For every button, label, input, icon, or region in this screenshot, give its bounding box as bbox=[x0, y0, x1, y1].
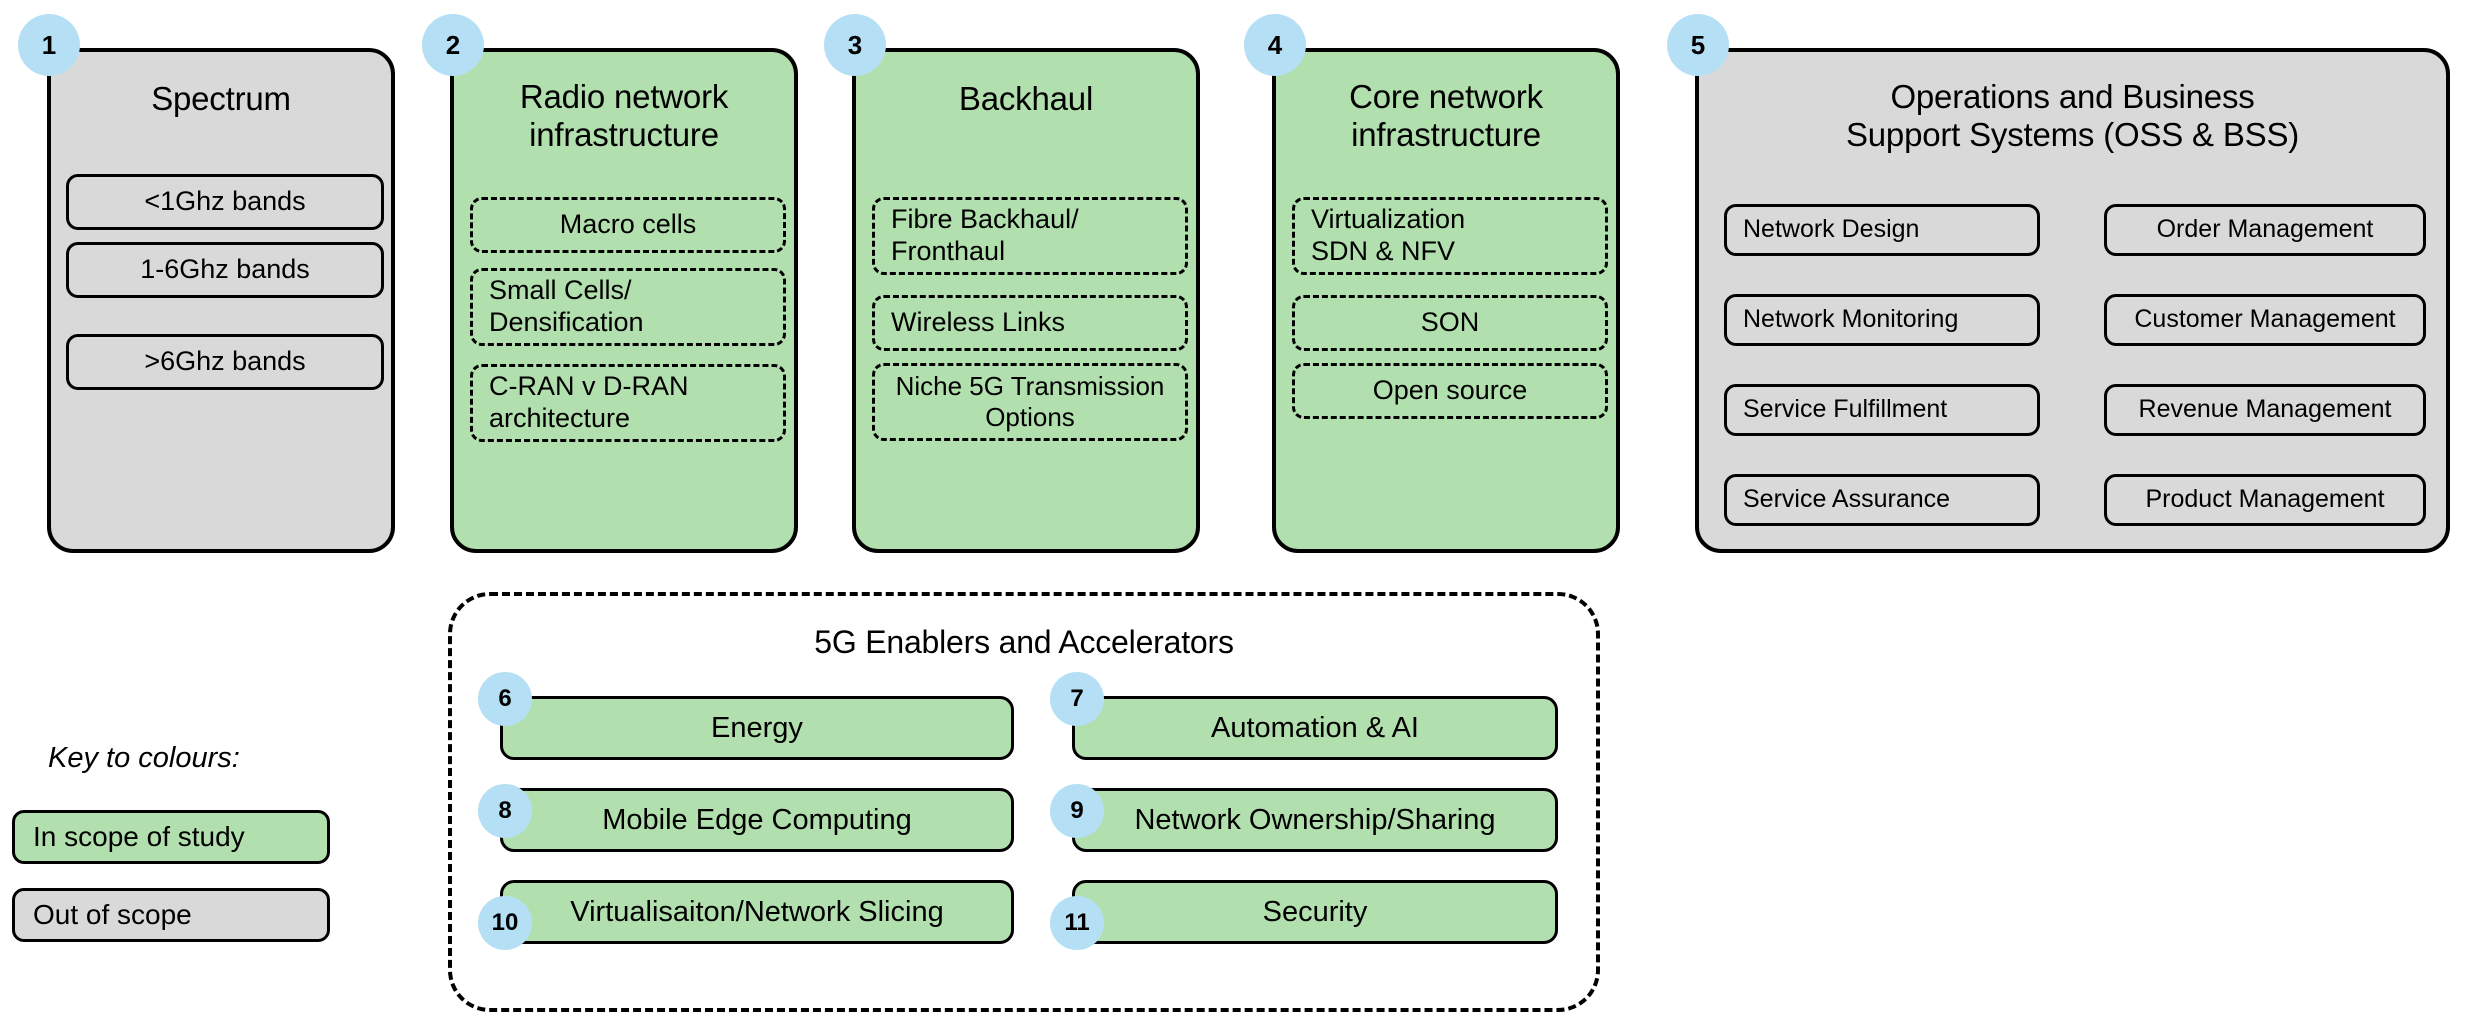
enabler-energy-label: Energy bbox=[711, 711, 803, 744]
enabler-mobile-edge-computing[interactable]: Mobile Edge Computing bbox=[500, 788, 1014, 852]
enabler-automation-ai[interactable]: Automation & AI bbox=[1072, 696, 1558, 760]
panel-oss-bss-item-service-fulfillment-label: Service Fulfillment bbox=[1743, 395, 1948, 424]
panel-radio-title: Radio network infrastructure bbox=[519, 78, 729, 154]
panel-spectrum-item-1[interactable]: <1Ghz bands bbox=[66, 174, 384, 230]
panel-oss-bss-item-order-management[interactable]: Order Management bbox=[2104, 204, 2426, 256]
panel-oss-bss-item-service-assurance[interactable]: Service Assurance bbox=[1724, 474, 2040, 526]
enabler-badge-7: 7 bbox=[1050, 672, 1104, 726]
panel-oss-bss-item-order-management-label: Order Management bbox=[2156, 215, 2374, 244]
panel-radio-item-3[interactable]: C-RAN v D-RAN architecture bbox=[470, 364, 786, 442]
panel-oss-bss-item-service-assurance-label: Service Assurance bbox=[1743, 485, 1951, 514]
panel-backhaul-item-1-label: Fibre Backhaul/ Fronthaul bbox=[891, 204, 1079, 266]
panel-core-item-1[interactable]: Virtualization SDN & NFV bbox=[1292, 197, 1608, 275]
panel-backhaul: Backhaul Fibre Backhaul/ Fronthaul Wirel… bbox=[852, 48, 1200, 553]
panel-oss-bss-item-network-design-label: Network Design bbox=[1743, 215, 1920, 244]
panel-spectrum-item-1-label: <1Ghz bands bbox=[144, 186, 306, 217]
enabler-badge-7-number: 7 bbox=[1070, 685, 1084, 712]
panel-backhaul-item-3-label: Niche 5G Transmission Options bbox=[895, 371, 1165, 432]
panel-badge-5: 5 bbox=[1667, 14, 1729, 76]
panel-oss-bss-item-network-monitoring-label: Network Monitoring bbox=[1743, 305, 1959, 334]
panel-backhaul-item-2[interactable]: Wireless Links bbox=[872, 295, 1188, 351]
panel-core-item-2[interactable]: SON bbox=[1292, 295, 1608, 351]
panel-radio-item-3-label: C-RAN v D-RAN architecture bbox=[489, 371, 689, 433]
panel-oss-bss: Operations and Business Support Systems … bbox=[1695, 48, 2450, 553]
legend-item-out-of-scope-label: Out of scope bbox=[33, 899, 192, 930]
panel-radio-item-1[interactable]: Macro cells bbox=[470, 197, 786, 253]
panel-badge-2: 2 bbox=[422, 14, 484, 76]
panel-oss-bss-item-product-management-label: Product Management bbox=[2145, 485, 2385, 514]
panel-backhaul-title: Backhaul bbox=[958, 80, 1094, 117]
panel-oss-bss-item-customer-management-label: Customer Management bbox=[2134, 305, 2396, 334]
enabler-automation-ai-label: Automation & AI bbox=[1211, 711, 1419, 744]
panel-oss-bss-item-revenue-management[interactable]: Revenue Management bbox=[2104, 384, 2426, 436]
enablers-container: 5G Enablers and Accelerators Energy Auto… bbox=[448, 592, 1600, 1012]
panel-core-network-infrastructure: Core network infrastructure Virtualizati… bbox=[1272, 48, 1620, 553]
panel-badge-3: 3 bbox=[824, 14, 886, 76]
panel-oss-bss-item-network-monitoring[interactable]: Network Monitoring bbox=[1724, 294, 2040, 346]
enabler-badge-8-number: 8 bbox=[498, 797, 512, 824]
enabler-security[interactable]: Security bbox=[1072, 880, 1558, 944]
panel-spectrum-item-3-label: >6Ghz bands bbox=[144, 346, 306, 377]
panel-radio-item-2[interactable]: Small Cells/ Densification bbox=[470, 268, 786, 346]
panel-badge-4: 4 bbox=[1244, 14, 1306, 76]
panel-badge-5-number: 5 bbox=[1690, 29, 1706, 60]
panel-backhaul-item-1[interactable]: Fibre Backhaul/ Fronthaul bbox=[872, 197, 1188, 275]
enabler-network-ownership-sharing-label: Network Ownership/Sharing bbox=[1134, 803, 1496, 836]
panel-core-item-2-label: SON bbox=[1420, 307, 1480, 338]
panel-badge-2-number: 2 bbox=[445, 29, 461, 60]
enabler-badge-10-number: 10 bbox=[491, 909, 519, 936]
panel-oss-bss-item-service-fulfillment[interactable]: Service Fulfillment bbox=[1724, 384, 2040, 436]
enabler-badge-11: 11 bbox=[1050, 896, 1104, 950]
enabler-energy[interactable]: Energy bbox=[500, 696, 1014, 760]
enabler-virtualisation-network-slicing[interactable]: Virtualisaiton/Network Slicing bbox=[500, 880, 1014, 944]
enabler-badge-8: 8 bbox=[478, 784, 532, 838]
panel-core-item-1-label: Virtualization SDN & NFV bbox=[1311, 204, 1466, 266]
enabler-badge-11-number: 11 bbox=[1064, 909, 1090, 936]
enabler-virtualisation-network-slicing-label: Virtualisaiton/Network Slicing bbox=[570, 895, 944, 928]
panel-radio-network-infrastructure: Radio network infrastructure Macro cells… bbox=[450, 48, 798, 553]
panel-badge-3-number: 3 bbox=[847, 29, 863, 60]
panel-badge-1: 1 bbox=[18, 14, 80, 76]
panel-backhaul-item-3[interactable]: Niche 5G Transmission Options bbox=[872, 363, 1188, 441]
panel-oss-bss-item-product-management[interactable]: Product Management bbox=[2104, 474, 2426, 526]
panel-radio-item-1-label: Macro cells bbox=[559, 209, 697, 240]
panel-oss-bss-item-customer-management[interactable]: Customer Management bbox=[2104, 294, 2426, 346]
panel-oss-bss-item-revenue-management-label: Revenue Management bbox=[2138, 395, 2392, 424]
legend-item-in-scope-label: In scope of study bbox=[33, 821, 245, 852]
panel-core-item-3-label: Open source bbox=[1372, 375, 1528, 406]
enabler-badge-9: 9 bbox=[1050, 784, 1104, 838]
enabler-badge-9-number: 9 bbox=[1070, 797, 1084, 824]
enabler-badge-10: 10 bbox=[478, 896, 532, 950]
panel-spectrum-item-3[interactable]: >6Ghz bands bbox=[66, 334, 384, 390]
enabler-badge-6: 6 bbox=[478, 672, 532, 726]
enabler-security-label: Security bbox=[1262, 895, 1368, 928]
panel-core-item-3[interactable]: Open source bbox=[1292, 363, 1608, 419]
legend-item-in-scope: In scope of study bbox=[12, 810, 330, 864]
panel-spectrum-title: Spectrum bbox=[151, 80, 291, 117]
panel-radio-item-2-label: Small Cells/ Densification bbox=[489, 275, 644, 337]
legend-item-out-of-scope: Out of scope bbox=[12, 888, 330, 942]
enabler-badge-6-number: 6 bbox=[498, 685, 512, 712]
panel-oss-bss-title: Operations and Business Support Systems … bbox=[1845, 78, 2300, 154]
panel-oss-bss-item-network-design[interactable]: Network Design bbox=[1724, 204, 2040, 256]
panel-backhaul-item-2-label: Wireless Links bbox=[891, 307, 1066, 338]
enabler-mobile-edge-computing-label: Mobile Edge Computing bbox=[602, 803, 912, 836]
enabler-network-ownership-sharing[interactable]: Network Ownership/Sharing bbox=[1072, 788, 1558, 852]
enablers-title: 5G Enablers and Accelerators bbox=[814, 624, 1234, 660]
panel-spectrum: Spectrum <1Ghz bands 1-6Ghz bands >6Ghz … bbox=[47, 48, 395, 553]
panel-spectrum-item-2-label: 1-6Ghz bands bbox=[140, 254, 310, 285]
panel-badge-1-number: 1 bbox=[41, 29, 57, 60]
panel-badge-4-number: 4 bbox=[1267, 29, 1283, 60]
panel-core-title: Core network infrastructure bbox=[1349, 78, 1543, 154]
panel-spectrum-item-2[interactable]: 1-6Ghz bands bbox=[66, 242, 384, 298]
legend-title: Key to colours: bbox=[48, 742, 240, 774]
